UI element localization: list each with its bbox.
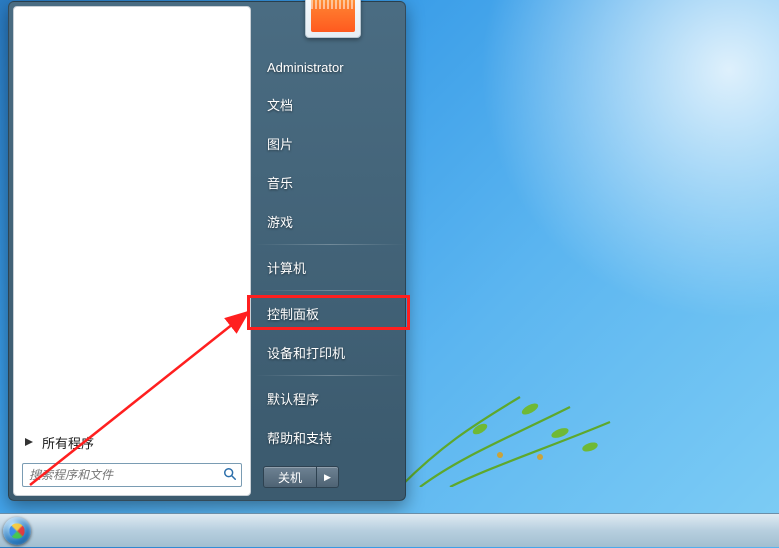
search-container bbox=[14, 457, 250, 495]
all-programs-label: 所有程序 bbox=[42, 433, 94, 452]
wallpaper-plant-decoration bbox=[380, 337, 640, 487]
shutdown-options-button[interactable]: ▶ bbox=[317, 466, 339, 488]
user-avatar-frame[interactable] bbox=[305, 0, 361, 38]
menu-item-control-panel[interactable]: 控制面板 bbox=[255, 294, 405, 333]
menu-item-help-support[interactable]: 帮助和支持 bbox=[255, 418, 405, 457]
start-button[interactable] bbox=[0, 514, 34, 548]
menu-item-computer[interactable]: 计算机 bbox=[255, 248, 405, 287]
start-menu-right-panel: Administrator 文档 图片 音乐 游戏 计算机 控制面板 设备和打印… bbox=[255, 2, 405, 500]
shutdown-row: 关机 ▶ bbox=[255, 460, 405, 494]
menu-divider bbox=[255, 290, 405, 291]
start-menu: 所有程序 Administrator 文档 图片 音乐 游戏 bbox=[8, 1, 406, 501]
windows-logo-icon bbox=[3, 517, 31, 545]
menu-item-pictures[interactable]: 图片 bbox=[255, 124, 405, 163]
triangle-right-icon bbox=[24, 437, 34, 447]
programs-list-area bbox=[14, 7, 250, 427]
user-avatar-image bbox=[311, 0, 355, 32]
search-input[interactable] bbox=[23, 468, 219, 482]
menu-item-music[interactable]: 音乐 bbox=[255, 163, 405, 202]
menu-item-devices-printers[interactable]: 设备和打印机 bbox=[255, 333, 405, 372]
menu-item-games[interactable]: 游戏 bbox=[255, 202, 405, 241]
menu-divider bbox=[255, 244, 405, 245]
chevron-right-icon: ▶ bbox=[324, 472, 331, 483]
menu-item-documents[interactable]: 文档 bbox=[255, 85, 405, 124]
menu-item-default-programs[interactable]: 默认程序 bbox=[255, 379, 405, 418]
search-box[interactable] bbox=[22, 463, 242, 487]
start-menu-left-panel: 所有程序 bbox=[13, 6, 251, 496]
shutdown-button[interactable]: 关机 bbox=[263, 466, 317, 488]
search-icon bbox=[219, 467, 241, 484]
menu-divider bbox=[255, 375, 405, 376]
user-name-item[interactable]: Administrator bbox=[255, 50, 405, 85]
taskbar[interactable] bbox=[0, 513, 779, 547]
user-name-label: Administrator bbox=[267, 60, 344, 75]
all-programs-button[interactable]: 所有程序 bbox=[14, 427, 250, 457]
